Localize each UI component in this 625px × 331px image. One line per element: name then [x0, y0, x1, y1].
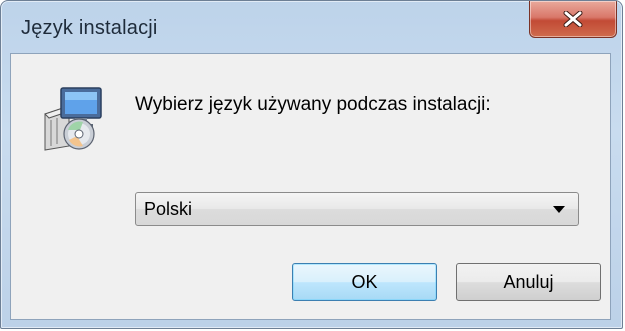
close-button[interactable] [529, 1, 617, 38]
language-dropdown-value: Polski [144, 199, 193, 219]
cancel-button[interactable]: Anuluj [456, 263, 601, 301]
title-bar[interactable]: Język instalacji [1, 1, 622, 53]
language-prompt: Wybierz język używany podczas instalacji… [135, 94, 491, 115]
chevron-down-icon [553, 206, 565, 213]
setup-installer-icon [44, 87, 102, 151]
installer-language-dialog: Język instalacji Wybierz język używany p… [0, 0, 623, 329]
ok-button[interactable]: OK [292, 263, 437, 301]
dialog-body: Wybierz język używany podczas instalacji… [10, 53, 611, 320]
language-dropdown[interactable]: Polski [135, 192, 579, 226]
window-title: Język instalacji [21, 17, 158, 39]
close-icon [563, 11, 583, 27]
